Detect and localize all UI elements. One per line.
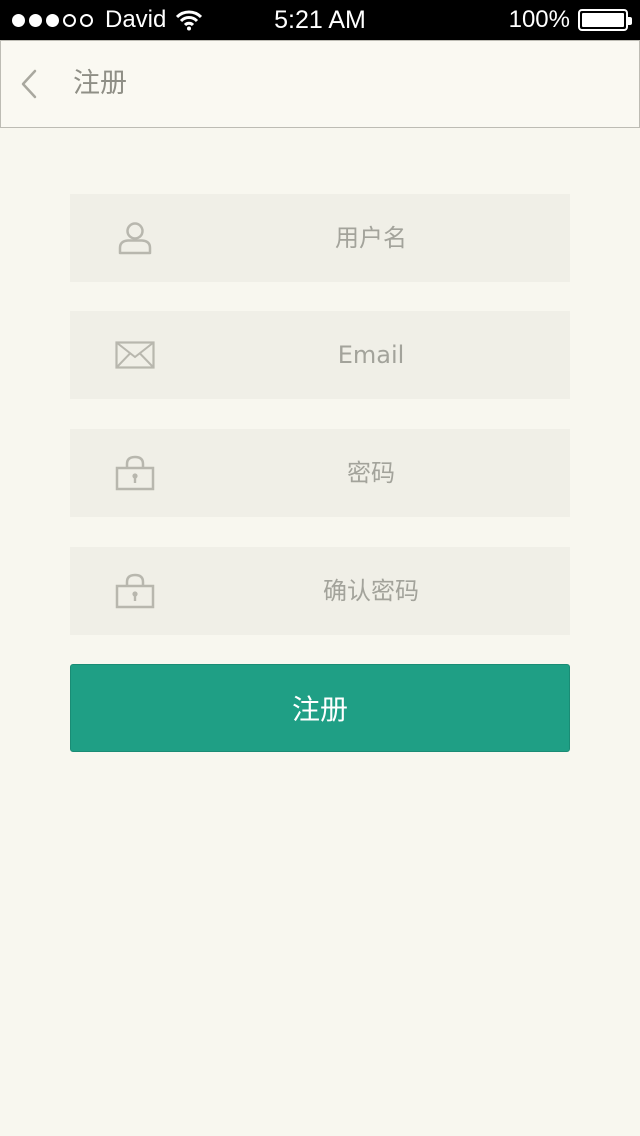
username-input[interactable] — [180, 194, 562, 282]
confirm-password-field-container — [70, 547, 570, 635]
lock-icon — [114, 451, 156, 495]
battery-fill — [582, 13, 624, 27]
email-input[interactable] — [180, 311, 562, 399]
register-button[interactable]: 注册 — [70, 664, 570, 752]
page-title: 注册 — [73, 68, 127, 99]
password-field-container — [70, 429, 570, 517]
envelope-icon — [114, 333, 156, 377]
confirm-password-input[interactable] — [180, 547, 562, 635]
status-right: 100% — [508, 0, 632, 40]
battery-icon — [578, 9, 632, 31]
username-field-container — [70, 194, 570, 282]
chevron-left-icon — [21, 69, 37, 99]
navigation-bar: 注册 — [0, 40, 640, 128]
status-bar: David 5:21 AM 100% — [0, 0, 640, 40]
register-screen: David 5:21 AM 100% 注册 用户名 Email 注册 — [0, 0, 640, 1136]
battery-percent: 100% — [508, 6, 570, 33]
email-field-container — [70, 311, 570, 399]
back-button[interactable] — [15, 67, 43, 101]
password-input[interactable] — [180, 429, 562, 517]
user-icon — [114, 216, 156, 260]
lock-icon — [114, 569, 156, 613]
